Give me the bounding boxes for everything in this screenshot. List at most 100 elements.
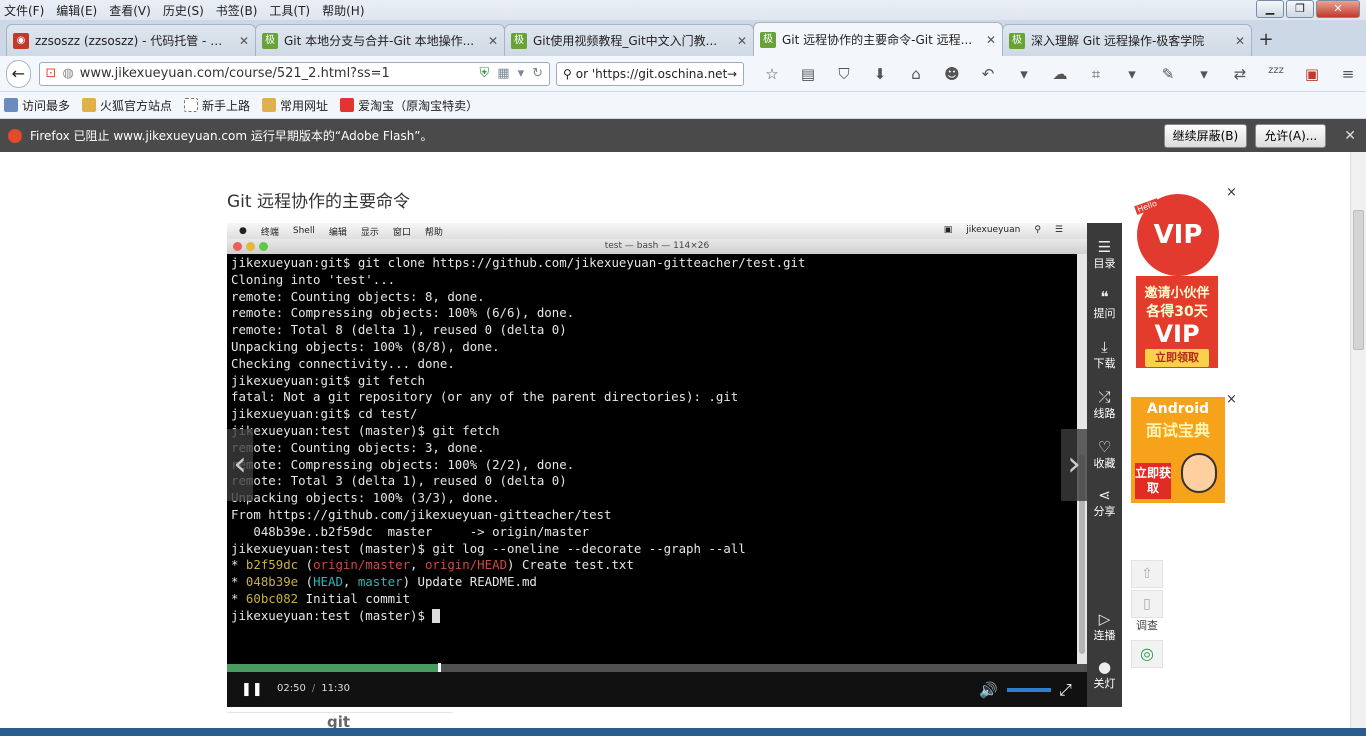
download-icon[interactable]: ⬇ bbox=[862, 65, 898, 83]
home-icon[interactable]: ⌂ bbox=[898, 65, 934, 83]
pen-icon[interactable]: ✎ bbox=[1150, 65, 1186, 83]
fullscreen-button[interactable]: ⤢ bbox=[1059, 680, 1072, 700]
terminal-line: From https://github.com/jikexueyuan-gitt… bbox=[231, 506, 612, 522]
tab-zzsoszz[interactable]: ◉ zzsoszz (zzsoszz) - 代码托管 - 开... ✕ bbox=[6, 24, 256, 56]
menu-view[interactable]: 查看(V) bbox=[109, 2, 151, 19]
android-get-button[interactable]: 立即获取 bbox=[1135, 463, 1171, 499]
prev-video-button[interactable]: ‹ bbox=[227, 429, 253, 501]
menu-file[interactable]: 文件(F) bbox=[4, 2, 44, 19]
continue-block-button[interactable]: 继续屏蔽(B) bbox=[1163, 123, 1248, 148]
git-log-line: * 60bc082 Initial commit bbox=[231, 591, 1083, 608]
search-bar[interactable]: ⚲ or 'https://git.oschina.net → bbox=[556, 61, 744, 86]
side-download-button[interactable]: ⤓ 下载 bbox=[1087, 339, 1122, 371]
search-text[interactable]: or 'https://git.oschina.net bbox=[576, 67, 727, 81]
new-tab-button[interactable]: + bbox=[1251, 26, 1281, 56]
addon-icon[interactable]: ▣ bbox=[1294, 65, 1330, 83]
menu-bookmarks[interactable]: 书签(B) bbox=[216, 2, 258, 19]
tab-close-icon[interactable]: ✕ bbox=[1235, 34, 1245, 48]
back-button[interactable]: ← bbox=[6, 59, 31, 88]
undo-dropdown-icon[interactable]: ▾ bbox=[1006, 65, 1042, 83]
bookmark-star-icon[interactable]: ☆ bbox=[754, 65, 790, 83]
close-window-button[interactable]: ✕ bbox=[1316, 0, 1360, 18]
mac-menu-item: 编辑 bbox=[328, 227, 347, 238]
pause-button[interactable]: ❚❚ bbox=[241, 682, 263, 697]
close-icon[interactable]: ✕ bbox=[1344, 128, 1356, 144]
vip-ad-line2: 各得30天 bbox=[1146, 304, 1208, 320]
ref-sep: , bbox=[410, 557, 425, 573]
vip-ad-close-icon[interactable]: × bbox=[1226, 185, 1237, 200]
terminal-output: jikexueyuan:git$ git clone https://githu… bbox=[227, 254, 1087, 664]
tab-close-icon[interactable]: ✕ bbox=[986, 33, 996, 47]
tab-close-icon[interactable]: ✕ bbox=[737, 34, 747, 48]
bookmark-most-visited[interactable]: 访问最多 bbox=[4, 97, 70, 114]
mac-user-name: jikexueyuan bbox=[966, 225, 1021, 235]
mac-menu-item: 窗口 bbox=[392, 227, 411, 238]
volume-slider[interactable] bbox=[1007, 688, 1051, 692]
maximize-button[interactable]: ❐ bbox=[1286, 0, 1314, 18]
side-route-button[interactable]: ⤮ 线路 bbox=[1087, 389, 1122, 421]
minimize-button[interactable]: ▁ bbox=[1256, 0, 1284, 18]
crop-icon[interactable]: ⌗ bbox=[1078, 65, 1114, 83]
side-share-button[interactable]: ⋖ 分享 bbox=[1087, 487, 1122, 519]
undo-icon[interactable]: ↶ bbox=[970, 65, 1006, 83]
back-to-top-button[interactable]: ⇧ bbox=[1131, 560, 1163, 588]
url-text[interactable]: www.jikexueyuan.com/course/521_2.html?ss… bbox=[80, 66, 472, 81]
side-lights-off-button[interactable]: ● 关灯 bbox=[1087, 659, 1122, 691]
allow-button[interactable]: 允许(A)... bbox=[1255, 123, 1327, 148]
page-scrollbar[interactable] bbox=[1350, 152, 1366, 736]
globe-icon: ◍ bbox=[62, 66, 74, 81]
video-player[interactable]: ● 终端 Shell 编辑 显示 窗口 帮助 ▣ jikexueyuan ⚲ ☰… bbox=[227, 223, 1087, 707]
volume-icon[interactable]: 🔊 bbox=[979, 681, 998, 699]
sync-icon[interactable]: ⇄ bbox=[1222, 65, 1258, 83]
menu-edit[interactable]: 编辑(E) bbox=[56, 2, 97, 19]
qr-code-icon[interactable]: ▦ bbox=[497, 66, 509, 81]
chat-icon[interactable]: ☻ bbox=[934, 65, 970, 83]
bookmark-getting-started[interactable]: 新手上路 bbox=[184, 97, 250, 114]
git-log-line: * 048b39e (HEAD, master) Update README.m… bbox=[231, 574, 1083, 591]
search-go-icon[interactable]: → bbox=[727, 67, 737, 81]
url-bar[interactable]: ⊡ ◍ www.jikexueyuan.com/course/521_2.htm… bbox=[38, 61, 550, 86]
bookmark-common-sites[interactable]: 常用网址 bbox=[262, 97, 328, 114]
reload-icon[interactable]: ↻ bbox=[532, 66, 543, 81]
menu-tools[interactable]: 工具(T) bbox=[269, 2, 310, 19]
hamburger-menu-icon[interactable]: ≡ bbox=[1330, 65, 1366, 83]
progress-bar[interactable] bbox=[227, 663, 1087, 673]
tab-close-icon[interactable]: ✕ bbox=[239, 34, 249, 48]
pen-dropdown-icon[interactable]: ▾ bbox=[1186, 65, 1222, 83]
menu-history[interactable]: 历史(S) bbox=[163, 2, 204, 19]
tab-title: Git 本地分支与合并-Git 本地操作... bbox=[284, 34, 475, 48]
tab-close-icon[interactable]: ✕ bbox=[488, 34, 498, 48]
tab-git-local-branch[interactable]: 极 Git 本地分支与合并-Git 本地操作... ✕ bbox=[255, 24, 505, 56]
comment-icon[interactable]: ☁ bbox=[1042, 65, 1078, 83]
tab-git-remote-commands[interactable]: 极 Git 远程协作的主要命令-Git 远程... ✕ bbox=[753, 22, 1003, 56]
bookmark-label: 新手上路 bbox=[202, 98, 251, 113]
android-ad[interactable]: Android 面试宝典 立即获取 bbox=[1131, 397, 1225, 503]
page-scroll-thumb[interactable] bbox=[1353, 210, 1364, 350]
vip-ad[interactable]: VIP Hello 邀请小伙伴 各得30天 VIP 立即领取 bbox=[1133, 188, 1221, 370]
menu-help[interactable]: 帮助(H) bbox=[322, 2, 364, 19]
side-autoplay-button[interactable]: ▷ 连播 bbox=[1087, 611, 1122, 643]
pocket-icon[interactable]: ⛉ bbox=[826, 65, 862, 83]
window-controls: ▁ ❐ ✕ bbox=[1254, 0, 1360, 18]
bookmark-firefox-official[interactable]: 火狐官方站点 bbox=[82, 97, 172, 114]
terminal-line: Cloning into 'test'... bbox=[231, 271, 396, 287]
wechat-icon[interactable]: ◎ bbox=[1131, 640, 1163, 668]
bookmark-aitaobao[interactable]: 爱淘宝（原淘宝特卖） bbox=[340, 97, 478, 114]
side-favorite-button[interactable]: ♡ 收藏 bbox=[1087, 439, 1122, 471]
tab-git-video-tutorial[interactable]: 极 Git使用视频教程_Git中文入门教... ✕ bbox=[504, 24, 754, 56]
site-identity-icon[interactable]: ⊡ bbox=[46, 66, 57, 81]
tab-strip: ◉ zzsoszz (zzsoszz) - 代码托管 - 开... ✕ 极 Gi… bbox=[0, 20, 1366, 56]
tab-git-remote-deep[interactable]: 极 深入理解 Git 远程操作-极客学院 ✕ bbox=[1002, 24, 1252, 56]
android-ad-close-icon[interactable]: × bbox=[1226, 392, 1237, 407]
shield-icon[interactable]: ⛨ bbox=[480, 66, 490, 81]
sleep-icon[interactable]: zzz bbox=[1258, 65, 1294, 83]
survey-button[interactable]: 调查 bbox=[1131, 620, 1163, 638]
side-ask-button[interactable]: ❝ 提问 bbox=[1087, 289, 1122, 321]
next-video-button[interactable]: › bbox=[1061, 429, 1087, 501]
dropdown-icon[interactable]: ▾ bbox=[518, 66, 525, 81]
reading-list-icon[interactable]: ▤ bbox=[790, 65, 826, 83]
vip-claim-button[interactable]: 立即领取 bbox=[1145, 349, 1209, 367]
mobile-button[interactable]: ▯ bbox=[1131, 590, 1163, 618]
side-catalog-button[interactable]: ☰ 目录 bbox=[1087, 239, 1122, 271]
crop-dropdown-icon[interactable]: ▾ bbox=[1114, 65, 1150, 83]
